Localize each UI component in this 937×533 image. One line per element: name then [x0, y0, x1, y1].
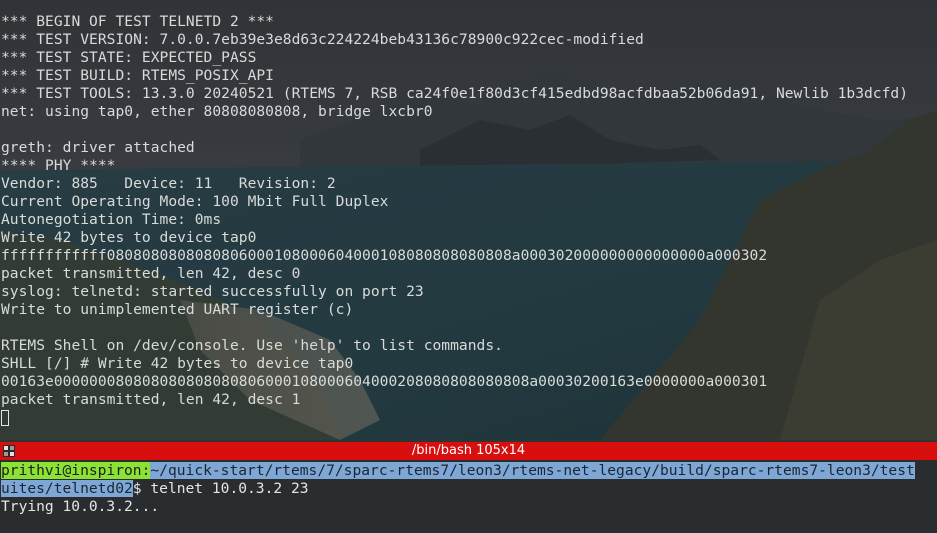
terminal-line: Current Operating Mode: 100 Mbit Full Du…: [1, 193, 389, 210]
top-terminal-pane[interactable]: *** BEGIN OF TEST TELNETD 2 *** *** TEST…: [0, 0, 937, 440]
prompt-path-continued: uites/telnetd02: [1, 480, 133, 497]
terminal-line: net: using tap0, ether 80808080808, brid…: [1, 103, 433, 120]
terminal-line: *** TEST VERSION: 7.0.0.7eb39e3e8d63c224…: [1, 31, 644, 48]
terminal-window: *** BEGIN OF TEST TELNETD 2 *** *** TEST…: [0, 0, 937, 533]
terminal-line: packet transmitted, len 42, desc 1: [1, 391, 301, 408]
terminal-line: RTEMS Shell on /dev/console. Use 'help' …: [1, 337, 503, 354]
terminal-line: Write 42 bytes to device tap0: [1, 229, 257, 246]
terminal-line: packet transmitted, len 42, desc 0: [1, 265, 301, 282]
pane-title: /bin/bash 105x14: [411, 443, 526, 458]
terminal-line: *** TEST STATE: EXPECTED_PASS: [1, 49, 257, 66]
prompt-command: $ telnet 10.0.3.2 23: [132, 480, 309, 497]
terminal-line: *** TEST TOOLS: 13.3.0 20240521 (RTEMS 7…: [1, 85, 909, 102]
terminal-line: *** TEST BUILD: RTEMS_POSIX_API: [1, 67, 274, 84]
terminal-output-line: Trying 10.0.3.2...: [1, 498, 160, 515]
prompt-user-host: prithvi@inspiron: [1, 462, 142, 479]
terminal-line: ffffffffffff0808080808080806000108000604…: [1, 247, 768, 264]
pane-title-bar[interactable]: /bin/bash 105x14: [0, 442, 937, 460]
terminal-line: **** PHY ****: [1, 157, 116, 174]
prompt-path: ~/quick-start/rtems/7/sparc-rtems7/leon3…: [150, 462, 915, 479]
terminal-line: syslog: telnetd: started successfully on…: [1, 283, 424, 300]
terminal-line: Vendor: 885 Device: 11 Revision: 2: [1, 175, 336, 192]
terminal-line: SHLL [/] # Write 42 bytes to device tap0: [1, 355, 354, 372]
terminal-line: greth: driver attached: [1, 139, 195, 156]
bottom-terminal-pane[interactable]: prithvi@inspiron:~/quick-start/rtems/7/s…: [0, 460, 937, 533]
terminal-line: Autonegotiation Time: 0ms: [1, 211, 222, 228]
prompt-line-2: uites/telnetd02$ telnet 10.0.3.2 23: [1, 480, 309, 498]
terminal-line: Write to unimplemented UART register (c): [1, 301, 354, 318]
terminal-line: 00163e0000000808080808080808060001080006…: [1, 373, 768, 390]
prompt-line-1: prithvi@inspiron:~/quick-start/rtems/7/s…: [1, 462, 915, 480]
terminal-line: *** BEGIN OF TEST TELNETD 2 ***: [1, 13, 274, 30]
text-cursor: [1, 410, 9, 426]
